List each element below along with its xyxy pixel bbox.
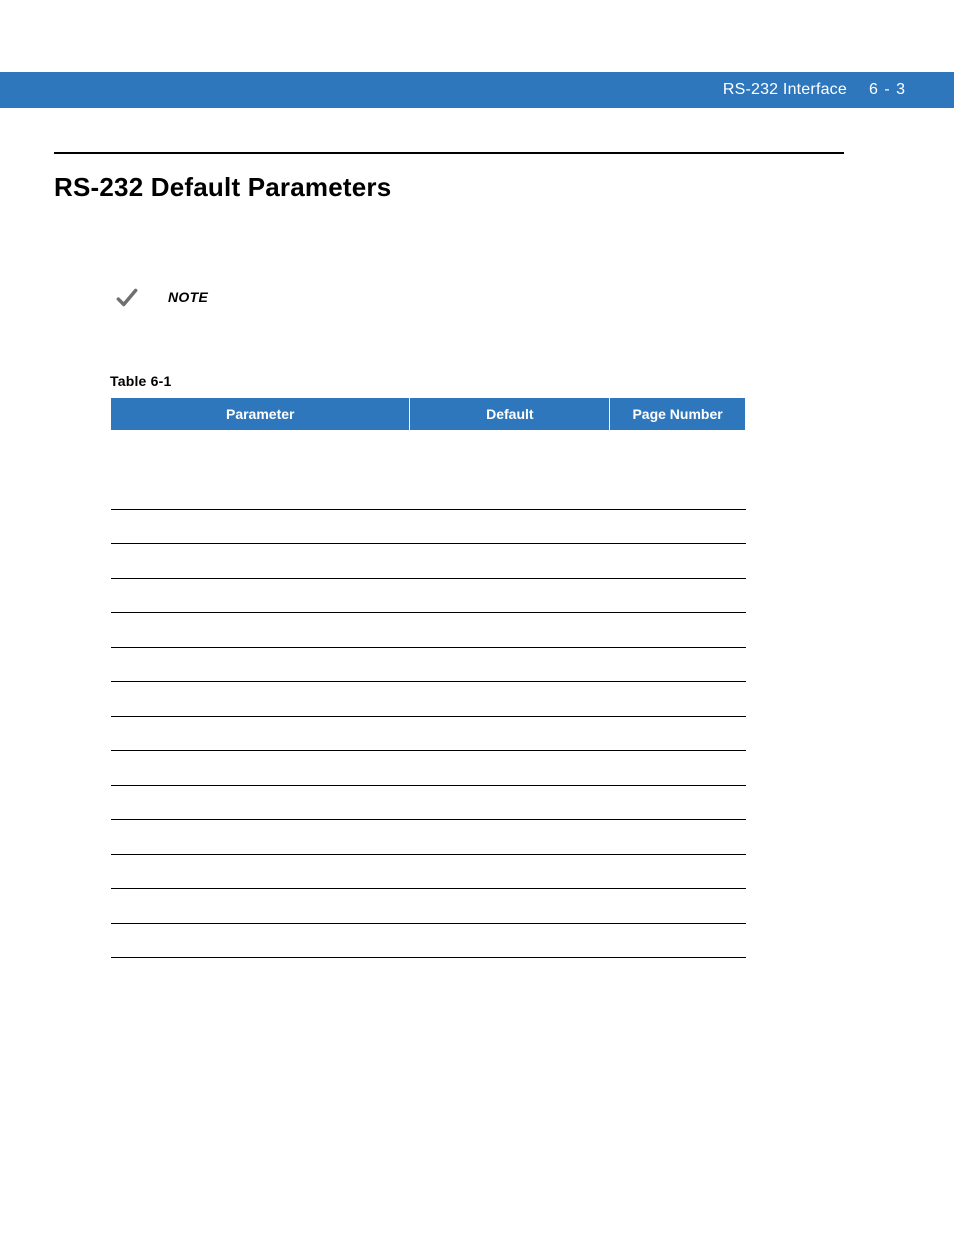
page-content: RS-232 Default Parameters NOTE Table 6-1… [54,152,844,958]
cell-parameter [111,544,410,579]
cell-default [410,647,610,682]
table-row [111,475,746,510]
cell-parameter [111,647,410,682]
cell-page [610,613,746,648]
column-header-parameter: Parameter [111,398,410,431]
cell-page [610,578,746,613]
table-header-row: Parameter Default Page Number [111,398,746,431]
table-row [111,578,746,613]
cell-default [410,716,610,751]
table-section-row [111,431,746,475]
table-row [111,716,746,751]
table-caption: Table 6-1 [110,373,844,389]
cell-parameter [111,820,410,855]
cell-parameter [111,682,410,717]
cell-page [610,889,746,924]
table-row [111,751,746,786]
cell-default [410,923,610,958]
cell-parameter [111,889,410,924]
table-row [111,820,746,855]
note-block: NOTE [114,289,844,311]
cell-page [610,854,746,889]
cell-page [610,682,746,717]
cell-default [410,854,610,889]
cell-default [410,820,610,855]
cell-default [410,785,610,820]
table-section-cell [111,431,746,475]
cell-parameter [111,751,410,786]
table-row [111,544,746,579]
chapter-title: RS-232 Interface [723,81,847,99]
section-divider [54,152,844,154]
cell-default [410,889,610,924]
column-header-default: Default [410,398,610,431]
table-row [111,647,746,682]
table-row [111,509,746,544]
cell-page [610,751,746,786]
cell-parameter [111,785,410,820]
cell-parameter [111,716,410,751]
cell-page [610,475,746,510]
checkmark-icon [114,285,140,311]
cell-page [610,647,746,682]
note-label: NOTE [168,289,208,305]
cell-default [410,475,610,510]
cell-default [410,613,610,648]
cell-page [610,716,746,751]
cell-parameter [111,923,410,958]
table-row [111,613,746,648]
table-row [111,889,746,924]
table-row [111,854,746,889]
cell-page [610,785,746,820]
cell-default [410,578,610,613]
table-row [111,682,746,717]
page-header-band: RS-232 Interface 6 - 3 [0,72,954,108]
cell-default [410,509,610,544]
table-row [111,785,746,820]
table-body [111,431,746,958]
cell-default [410,544,610,579]
cell-page [610,820,746,855]
cell-page [610,544,746,579]
page-number: 6 - 3 [869,81,906,99]
cell-default [410,751,610,786]
cell-page [610,509,746,544]
cell-parameter [111,613,410,648]
column-header-page-number: Page Number [610,398,746,431]
cell-parameter [111,854,410,889]
cell-page [610,923,746,958]
cell-parameter [111,578,410,613]
cell-default [410,682,610,717]
parameters-table: Parameter Default Page Number [110,397,746,958]
cell-parameter [111,475,410,510]
cell-parameter [111,509,410,544]
section-heading: RS-232 Default Parameters [54,172,844,203]
table-row [111,923,746,958]
